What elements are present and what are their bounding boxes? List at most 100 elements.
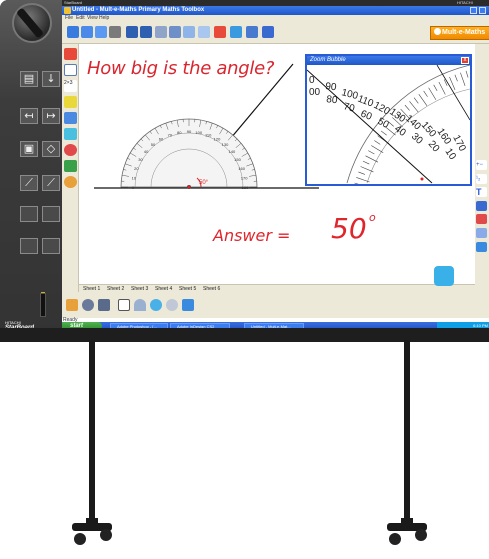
zoom-tick — [460, 72, 466, 86]
ruler-icon[interactable] — [64, 112, 77, 124]
interactive-whiteboard: StarBoard HITACHI ▤ ↓ ↤ ↦ ▣ ◇ ⟋ ⟋ HITACH… — [0, 0, 489, 559]
protractor-label: 180 — [242, 185, 249, 190]
zoom-inner-label: 20 — [426, 139, 442, 155]
sheet-prev-icon[interactable] — [126, 26, 138, 38]
highlighter-icon[interactable] — [476, 228, 487, 238]
protractor-reading: 50° — [199, 180, 209, 186]
zoom-bubble-window[interactable]: Zoom Bubble x 0 90 100 110 120 130 140 150 160 17… — [305, 54, 472, 186]
panel-blank-button-4[interactable] — [42, 238, 60, 254]
protractor-label: 90 — [187, 129, 192, 134]
zoom-tick — [368, 150, 375, 155]
panel-blank-button-3[interactable] — [20, 238, 38, 254]
close-window-button[interactable] — [479, 7, 486, 14]
number-icon[interactable]: ¹₂ — [476, 174, 487, 184]
globe-icon[interactable] — [230, 26, 242, 38]
zoom-close-button[interactable]: x — [461, 57, 469, 64]
zoom-tick — [409, 101, 419, 113]
screen-icon[interactable] — [246, 26, 258, 38]
protractor-label: 40 — [144, 149, 149, 154]
panel-screen-icon[interactable]: ▣ — [20, 141, 38, 157]
panel-forward-icon[interactable]: ↦ — [42, 108, 60, 124]
window-title: Untitled - Mult-e-Maths Primary Maths To… — [72, 7, 205, 13]
panel-eraser-icon[interactable]: ◇ — [42, 141, 60, 157]
zoom-inner-label: 00 — [309, 87, 321, 98]
panel-back-icon[interactable]: ↤ — [20, 108, 38, 124]
pen-red-icon[interactable] — [476, 214, 487, 224]
caster-wheel-left-back — [100, 529, 112, 541]
minimize-button[interactable] — [470, 7, 477, 14]
menu-edit[interactable]: Edit — [76, 15, 85, 22]
protractor-label: 60 — [159, 137, 164, 142]
dice-icon[interactable] — [64, 176, 77, 188]
panel-blank-button-2[interactable] — [42, 206, 60, 222]
fraction-icon[interactable]: 2×3 — [64, 80, 77, 92]
brand-top: StarBoard — [64, 0, 83, 5]
panel-pen-icon[interactable]: ⟋ — [20, 175, 38, 191]
clock-icon[interactable] — [64, 144, 77, 156]
mult-e-maths-button[interactable]: Mult-e-Maths — [430, 26, 489, 40]
calculator-icon[interactable] — [64, 64, 77, 76]
save-file-icon[interactable] — [95, 26, 107, 38]
menu-view[interactable]: View — [87, 15, 98, 22]
blocks-icon[interactable] — [98, 299, 110, 311]
play-icon[interactable] — [262, 26, 274, 38]
panel-page-icon[interactable]: ▤ — [20, 71, 38, 87]
zoom-inner-label: 60 — [359, 109, 374, 123]
open-file-icon[interactable] — [81, 26, 93, 38]
zoom-tick — [404, 104, 410, 111]
print-icon[interactable] — [109, 26, 121, 38]
counters-icon[interactable] — [82, 299, 94, 311]
protractor-tool-icon[interactable] — [134, 299, 146, 311]
text-tool-icon[interactable]: T — [476, 187, 487, 197]
question-text: How big is the angle? — [87, 58, 275, 79]
cubes-icon[interactable] — [64, 160, 77, 172]
pen-tool-icon[interactable] — [214, 26, 226, 38]
menu-file[interactable]: File — [65, 15, 73, 22]
letters-icon[interactable] — [66, 299, 78, 311]
panel-line-icon[interactable]: ⟋ — [42, 175, 60, 191]
menu-bar: File Edit View Help — [62, 15, 489, 22]
zoom-inner-label: 80 — [326, 94, 339, 106]
copy-icon[interactable] — [169, 26, 181, 38]
stand-right-pole — [404, 340, 410, 522]
new-file-icon[interactable] — [67, 26, 79, 38]
angle-tool-icon[interactable] — [118, 299, 130, 311]
stylus-pen[interactable] — [40, 293, 46, 317]
zoom-tick — [413, 97, 419, 104]
protractor[interactable]: 01020304050607080 90 100110120130140150160… — [120, 118, 258, 190]
zoom-tick — [358, 171, 365, 175]
projected-screen: Untitled - Mult-e-Maths Primary Maths To… — [62, 6, 489, 330]
cut-icon[interactable] — [155, 26, 167, 38]
app-icon — [64, 7, 71, 14]
sheet-next-icon[interactable] — [140, 26, 152, 38]
protractor-label: 130 — [222, 142, 229, 147]
compass-icon[interactable] — [150, 299, 162, 311]
zoom-tick — [365, 155, 379, 163]
protractor-label: 80 — [177, 130, 182, 135]
refresh-icon[interactable] — [182, 299, 194, 311]
pie-chart-icon[interactable] — [64, 48, 77, 60]
protractor-label: 20 — [134, 166, 139, 171]
recycle-bin-icon[interactable] — [434, 266, 454, 286]
zoom-tick — [443, 79, 448, 86]
pen-blue-icon[interactable] — [476, 201, 487, 211]
shapes-icon[interactable] — [64, 96, 77, 108]
answer-value: 50 — [331, 212, 367, 245]
operations-icon[interactable]: +− — [476, 160, 487, 170]
panel-down-arrow-icon[interactable]: ↓ — [42, 71, 60, 87]
protractor-label: 100 — [195, 130, 202, 135]
grid-icon[interactable] — [64, 128, 77, 140]
protractor-label: 160 — [238, 166, 245, 171]
zoom-tick — [454, 74, 458, 82]
page-icon[interactable] — [198, 26, 210, 38]
menu-help[interactable]: Help — [99, 15, 109, 22]
zoom-tick — [423, 90, 428, 97]
magnifier-icon[interactable] — [166, 299, 178, 311]
answer-label: Answer = — [213, 226, 291, 245]
marker-icon[interactable] — [476, 242, 487, 252]
panel-blank-button-1[interactable] — [20, 206, 38, 222]
zoom-tick — [438, 81, 446, 95]
paste-icon[interactable] — [183, 26, 195, 38]
zoom-tick — [362, 160, 370, 165]
brand-top-right: HITACHI — [457, 0, 473, 5]
